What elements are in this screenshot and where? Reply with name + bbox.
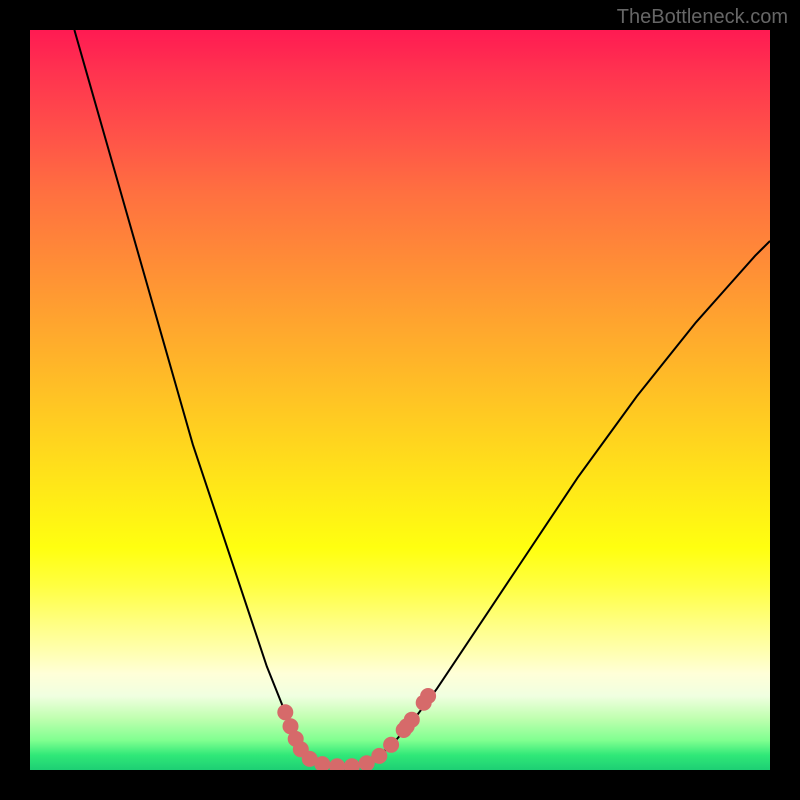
marker-dot [329,758,345,770]
curve-markers [277,688,436,770]
chart-plot-area [30,30,770,770]
marker-dot [383,737,399,753]
marker-dot [420,688,436,704]
watermark-text: TheBottleneck.com [617,6,788,29]
curve-svg [30,30,770,770]
bottleneck-curve [74,30,770,766]
marker-dot [404,712,420,728]
marker-dot [371,748,387,764]
marker-dot [344,758,360,770]
marker-dot [277,704,293,720]
